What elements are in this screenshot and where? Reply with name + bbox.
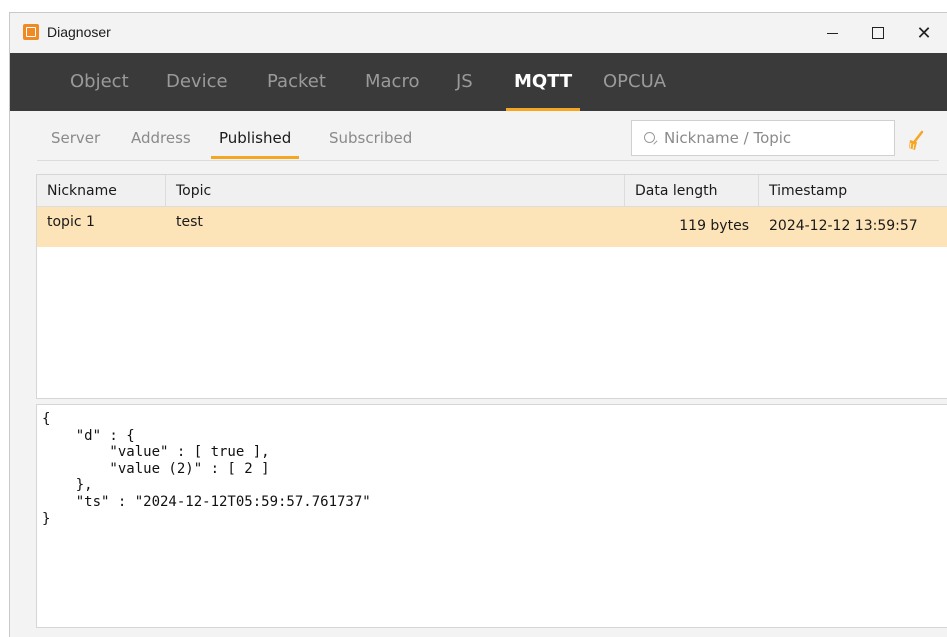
column-header-timestamp[interactable]: Timestamp bbox=[759, 175, 947, 207]
tab-js[interactable]: JS bbox=[456, 53, 473, 111]
subnav-divider bbox=[37, 160, 939, 161]
subtab-published[interactable]: Published bbox=[210, 129, 300, 159]
subtab-subscribed[interactable]: Subscribed bbox=[329, 129, 412, 147]
close-icon: ✕ bbox=[916, 22, 932, 43]
subtab-server[interactable]: Server bbox=[51, 129, 100, 147]
table-row[interactable]: topic 1 test 119 bytes 2024-12-12 13:59:… bbox=[37, 207, 947, 247]
window-title: Diagnoser bbox=[47, 24, 111, 40]
tab-macro[interactable]: Macro bbox=[365, 53, 419, 111]
tab-device[interactable]: Device bbox=[166, 53, 228, 111]
cell-topic: test bbox=[176, 214, 203, 230]
minimize-button[interactable] bbox=[809, 13, 855, 53]
maximize-icon bbox=[872, 27, 884, 39]
payload-viewer[interactable]: { "d" : { "value" : [ true ], "value (2)… bbox=[36, 404, 947, 628]
subtab-address[interactable]: Address bbox=[131, 129, 191, 147]
close-button[interactable]: ✕ bbox=[901, 13, 947, 53]
main-nav: Object Device Packet Macro JS MQTT OPCUA bbox=[10, 53, 947, 111]
app-logo-icon bbox=[23, 24, 39, 40]
diagnoser-window: Diagnoser ✕ Object Device Packet Macro J… bbox=[9, 12, 947, 637]
search-icon bbox=[644, 132, 655, 143]
payload-json: { "d" : { "value" : [ true ], "value (2)… bbox=[42, 411, 371, 527]
search-input[interactable] bbox=[664, 127, 884, 149]
minimize-icon bbox=[826, 32, 838, 34]
published-table: Nickname Topic Data length Timestamp top… bbox=[36, 174, 947, 399]
column-header-data-length[interactable]: Data length bbox=[625, 175, 759, 207]
tab-mqtt[interactable]: MQTT bbox=[505, 53, 581, 111]
broom-clear-icon[interactable] bbox=[906, 129, 926, 151]
table-header: Nickname Topic Data length Timestamp bbox=[37, 175, 947, 207]
tab-object[interactable]: Object bbox=[70, 53, 129, 111]
maximize-button[interactable] bbox=[855, 13, 901, 53]
cell-data-length: 119 bytes bbox=[679, 218, 749, 234]
cell-nickname: topic 1 bbox=[47, 214, 95, 230]
column-header-nickname[interactable]: Nickname bbox=[37, 175, 166, 207]
column-header-topic[interactable]: Topic bbox=[166, 175, 625, 207]
title-bar: Diagnoser ✕ bbox=[10, 13, 947, 53]
search-box bbox=[631, 120, 895, 156]
tab-opcua[interactable]: OPCUA bbox=[603, 53, 666, 111]
cell-timestamp: 2024-12-12 13:59:57 bbox=[769, 218, 918, 234]
tab-packet[interactable]: Packet bbox=[267, 53, 326, 111]
